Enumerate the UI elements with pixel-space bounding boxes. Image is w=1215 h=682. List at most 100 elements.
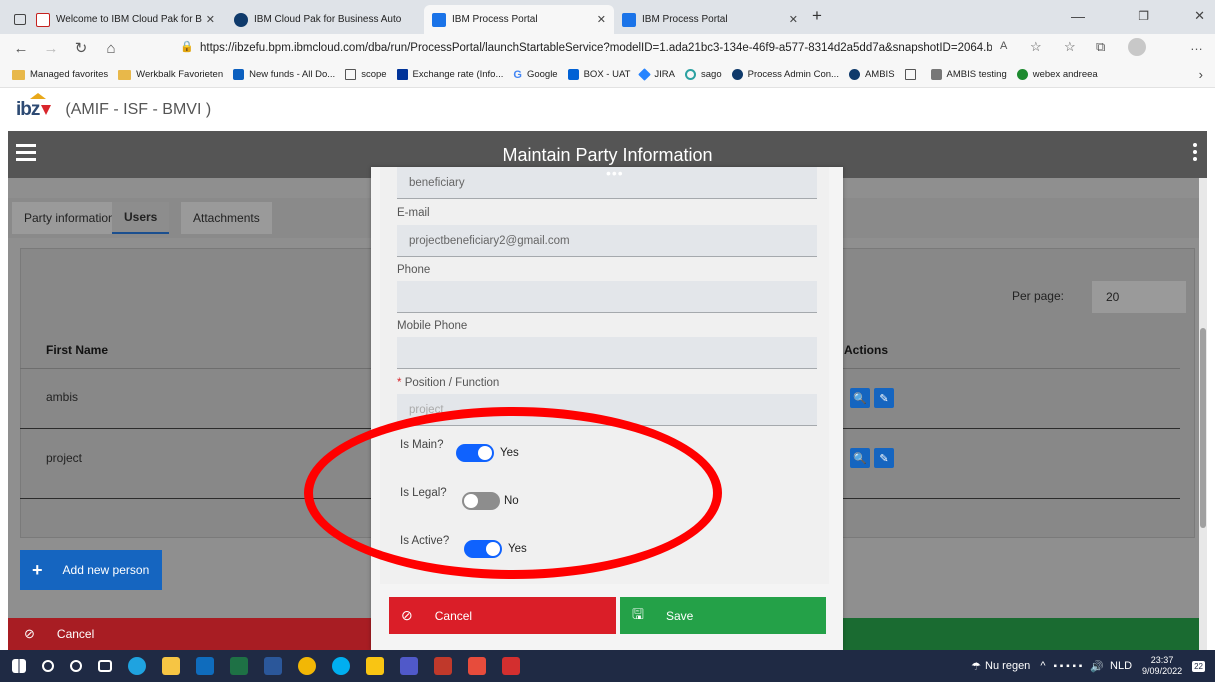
per-page-select[interactable]: 20	[1092, 281, 1186, 313]
skype-icon[interactable]	[332, 657, 350, 675]
task-view-icon[interactable]	[98, 660, 112, 672]
eu-flag-icon	[396, 69, 408, 80]
tab-party-information[interactable]: Party information	[12, 202, 127, 234]
fav-new-funds[interactable]: New funds - All Do...	[233, 69, 335, 80]
annotation-ellipse	[304, 407, 722, 579]
kebab-menu-icon[interactable]	[1193, 143, 1197, 164]
language-indicator[interactable]: NLD	[1110, 660, 1132, 672]
tab-actions-icon[interactable]	[6, 5, 26, 34]
restore-icon[interactable]: ❐	[1138, 9, 1149, 23]
edge-icon[interactable]	[128, 657, 146, 675]
add-new-person-button[interactable]: + Add new person	[20, 550, 162, 590]
excel-icon[interactable]	[230, 657, 248, 675]
browser-tab-ibm-cloud[interactable]: IBM Cloud Pak for Business Auto	[226, 5, 421, 34]
search-icon[interactable]	[42, 660, 54, 672]
view-icon[interactable]: 🔍	[850, 388, 870, 408]
minimize-icon[interactable]: —	[1071, 8, 1085, 24]
browser-tab-gmail[interactable]: Welcome to IBM Cloud Pak for B ✕	[28, 5, 223, 34]
fav-ambis-testing[interactable]: AMBIS testing	[930, 69, 1007, 80]
fav-sago[interactable]: sago	[685, 69, 722, 80]
weather-icon: ☂	[971, 660, 982, 673]
page-icon	[345, 69, 357, 80]
drag-handle-icon[interactable]: •••	[606, 165, 624, 181]
cancel-icon: ⊘	[24, 626, 35, 641]
windows-start-icon[interactable]	[12, 659, 26, 673]
fav-webex[interactable]: webex andreea	[1016, 69, 1098, 80]
favorites-icon[interactable]: ☆	[1064, 39, 1076, 55]
cancel-button[interactable]: ⊘ Cancel	[389, 597, 616, 634]
edit-icon[interactable]: ✎	[874, 388, 894, 408]
tab-attachments[interactable]: Attachments	[181, 202, 272, 234]
mobile-phone-field[interactable]	[397, 337, 817, 369]
url-text: https://ibzefu.bpm.ibmcloud.com/dba/run/…	[200, 42, 992, 54]
close-window-icon[interactable]: ✕	[1194, 8, 1205, 24]
forward-icon[interactable]: →	[36, 40, 66, 57]
mobile-phone-label: Mobile Phone	[397, 320, 468, 332]
fav-exchange-rate[interactable]: Exchange rate (Info...	[396, 69, 503, 80]
clock[interactable]: 23:37 9/09/2022	[1142, 655, 1182, 677]
fav-jira[interactable]: JIRA	[638, 68, 675, 81]
new-tab-button[interactable]: +	[812, 6, 822, 26]
cortana-icon[interactable]	[70, 660, 82, 672]
browser-tab-process-portal-active[interactable]: IBM Process Portal ✕	[424, 5, 614, 34]
word-icon[interactable]	[264, 657, 282, 675]
folder-icon	[12, 69, 25, 80]
home-icon[interactable]: ⌂	[96, 40, 126, 57]
fav-scope[interactable]: scope	[345, 69, 387, 80]
column-header-first-name[interactable]: First Name	[46, 343, 108, 357]
favorite-star-icon[interactable]: ☆	[1030, 39, 1042, 55]
fav-ambis[interactable]: AMBIS	[848, 69, 895, 80]
collections-icon[interactable]: ⧉	[1096, 39, 1105, 55]
close-tab-icon[interactable]: ✕	[597, 13, 606, 26]
speaker-icon[interactable]: 🔊	[1090, 660, 1104, 673]
notification-badge[interactable]: 22	[1192, 660, 1205, 672]
security-icon[interactable]	[468, 657, 486, 675]
url-field[interactable]: 🔒 https://ibzefu.bpm.ibmcloud.com/dba/ru…	[172, 37, 992, 59]
chevron-right-icon[interactable]: ›	[1199, 67, 1203, 82]
phone-field[interactable]	[397, 281, 817, 313]
fav-google[interactable]: G Google	[513, 69, 557, 81]
page-icon	[904, 69, 916, 80]
tab-users[interactable]: Users	[112, 202, 170, 234]
google-icon: G	[513, 69, 522, 81]
notes-icon[interactable]	[366, 657, 384, 675]
fav-blank[interactable]	[904, 69, 921, 80]
page-scrollbar[interactable]	[1199, 178, 1207, 650]
outlook-icon[interactable]	[196, 657, 214, 675]
browser-tab-process-portal[interactable]: IBM Process Portal ✕	[614, 5, 806, 34]
app-title: (AMIF - ISF - BMVI )	[65, 100, 212, 118]
clock-date: 9/09/2022	[1142, 666, 1183, 676]
save-button[interactable]: 🖫 Save	[620, 597, 826, 634]
profile-avatar[interactable]	[1128, 38, 1146, 56]
close-tab-icon[interactable]: ✕	[789, 13, 798, 26]
tray-chevron-icon[interactable]: ^	[1040, 660, 1045, 672]
fav-managed-favorites[interactable]: Managed favorites	[12, 69, 108, 80]
tray-icons[interactable]: ▪ ▪ ▪ ▪ ▪	[1053, 661, 1082, 672]
more-icon[interactable]: …	[1190, 38, 1203, 53]
scrollbar-thumb[interactable]	[1200, 328, 1206, 528]
tab-title: IBM Process Portal	[642, 14, 728, 25]
back-icon[interactable]: ←	[6, 40, 36, 57]
plus-icon: +	[32, 559, 43, 580]
fav-process-admin[interactable]: Process Admin Con...	[731, 69, 839, 80]
view-icon[interactable]: 🔍	[850, 448, 870, 468]
fav-box-uat[interactable]: BOX - UAT	[567, 69, 630, 80]
chrome-icon[interactable]	[298, 657, 316, 675]
sharepoint-icon	[233, 69, 245, 80]
calendar-icon[interactable]	[434, 657, 452, 675]
fav-werkbalk[interactable]: Werkbalk Favorieten	[118, 69, 223, 80]
read-aloud-icon[interactable]: A	[1000, 40, 1007, 52]
clock-time: 23:37	[1150, 655, 1174, 665]
acrobat-icon[interactable]	[502, 657, 520, 675]
teams-icon[interactable]	[400, 657, 418, 675]
email-field[interactable]: projectbeneficiary2@gmail.com	[397, 225, 817, 257]
refresh-icon[interactable]: ↻	[66, 39, 96, 57]
file-explorer-icon[interactable]	[162, 657, 180, 675]
column-header-actions: Actions	[844, 343, 889, 357]
weather-text[interactable]: Nu regen	[985, 660, 1030, 672]
tab-title: IBM Cloud Pak for Business Auto	[254, 14, 402, 25]
sago-icon	[685, 69, 696, 80]
edit-icon[interactable]: ✎	[874, 448, 894, 468]
testing-icon	[930, 69, 942, 80]
close-tab-icon[interactable]: ✕	[206, 13, 215, 26]
